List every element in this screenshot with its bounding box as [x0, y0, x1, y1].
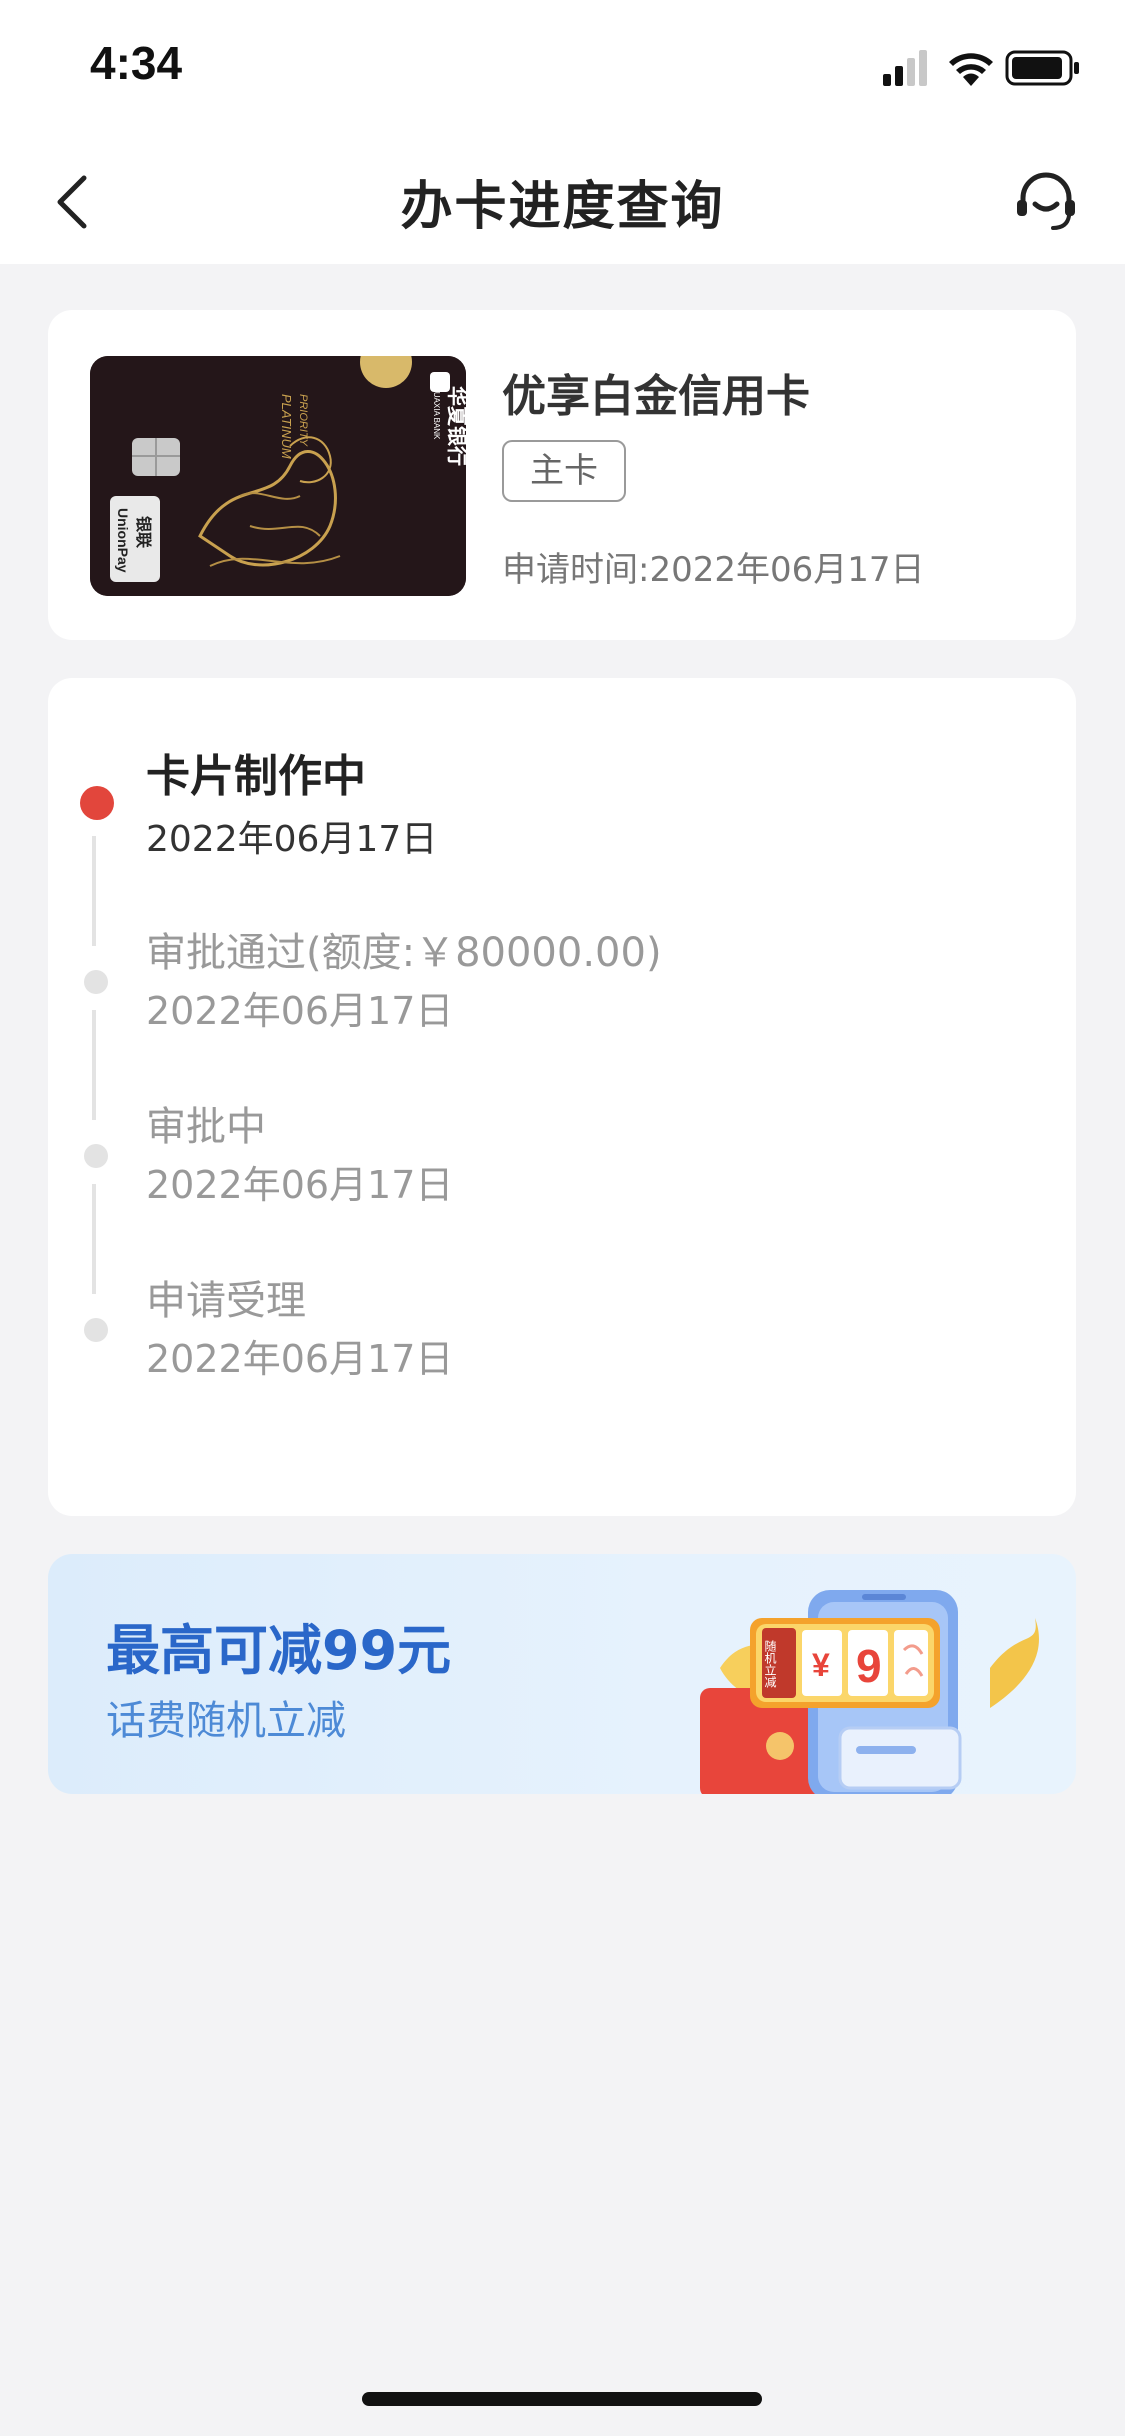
promo-title: 最高可减99元 [106, 1619, 452, 1682]
card-tier: PLATINUM [279, 394, 294, 459]
step-status-dot [84, 1144, 108, 1168]
promo-badge: 随机立减 [763, 1639, 777, 1689]
promo-subtitle: 话费随机立减 [106, 1698, 346, 1744]
timeline-connector [92, 1184, 96, 1294]
customer-service-icon[interactable] [1011, 166, 1081, 236]
status-bar: 4:34 [0, 0, 1125, 134]
step-title: 卡片制作中 [146, 751, 366, 802]
home-indicator[interactable] [362, 2392, 762, 2406]
battery-icon [1005, 50, 1079, 86]
card-network: UnionPay [115, 508, 131, 573]
step-status-dot [84, 1318, 108, 1342]
timeline-connector [92, 836, 96, 946]
credit-card-image: 华夏银行 HUAXIA BANK PRIORITY PLATINUM Union… [90, 356, 466, 596]
step-status-dot [84, 970, 108, 994]
status-icons [883, 46, 1083, 90]
apply-time: 申请时间:2022年06月17日 [502, 550, 925, 590]
promo-digit: 9 [856, 1640, 882, 1692]
step-date: 2022年06月17日 [146, 989, 454, 1033]
timeline-connector [92, 1010, 96, 1120]
step-date: 2022年06月17日 [146, 1337, 454, 1381]
progress-panel: 卡片制作中 2022年06月17日 审批通过(额度:￥80000.00) 202… [48, 678, 1076, 1516]
step-title: 审批通过(额度:￥80000.00) [146, 930, 662, 976]
promo-banner[interactable]: 最高可减99元 话费随机立减 随机立减 ¥ 9 [48, 1554, 1076, 1794]
step-title: 审批中 [146, 1104, 266, 1150]
status-time: 4:34 [90, 37, 183, 89]
step-title: 申请受理 [146, 1278, 306, 1324]
step-status-dot-active [80, 786, 114, 820]
product-name: 优享白金信用卡 [502, 371, 810, 422]
nav-bar: 办卡进度查询 [0, 134, 1125, 264]
phone-red-envelope-illustration: 随机立减 ¥ 9 [690, 1568, 1050, 1794]
page-title: 办卡进度查询 [400, 177, 725, 237]
card-type-tag: 主卡 [502, 440, 626, 502]
card-bank-name-en: HUAXIA BANK [432, 386, 441, 440]
card-info-panel: 华夏银行 HUAXIA BANK PRIORITY PLATINUM Union… [48, 310, 1076, 640]
card-network-cn: 银联 [134, 516, 153, 548]
card-bank-name: 华夏银行 [445, 386, 466, 466]
step-date: 2022年06月17日 [146, 819, 438, 860]
step-date: 2022年06月17日 [146, 1163, 454, 1207]
wifi-icon [949, 53, 993, 86]
cellular-signal-icon [883, 50, 927, 86]
promo-currency: ¥ [812, 1647, 830, 1683]
card-tier-prefix: PRIORITY [297, 394, 309, 447]
